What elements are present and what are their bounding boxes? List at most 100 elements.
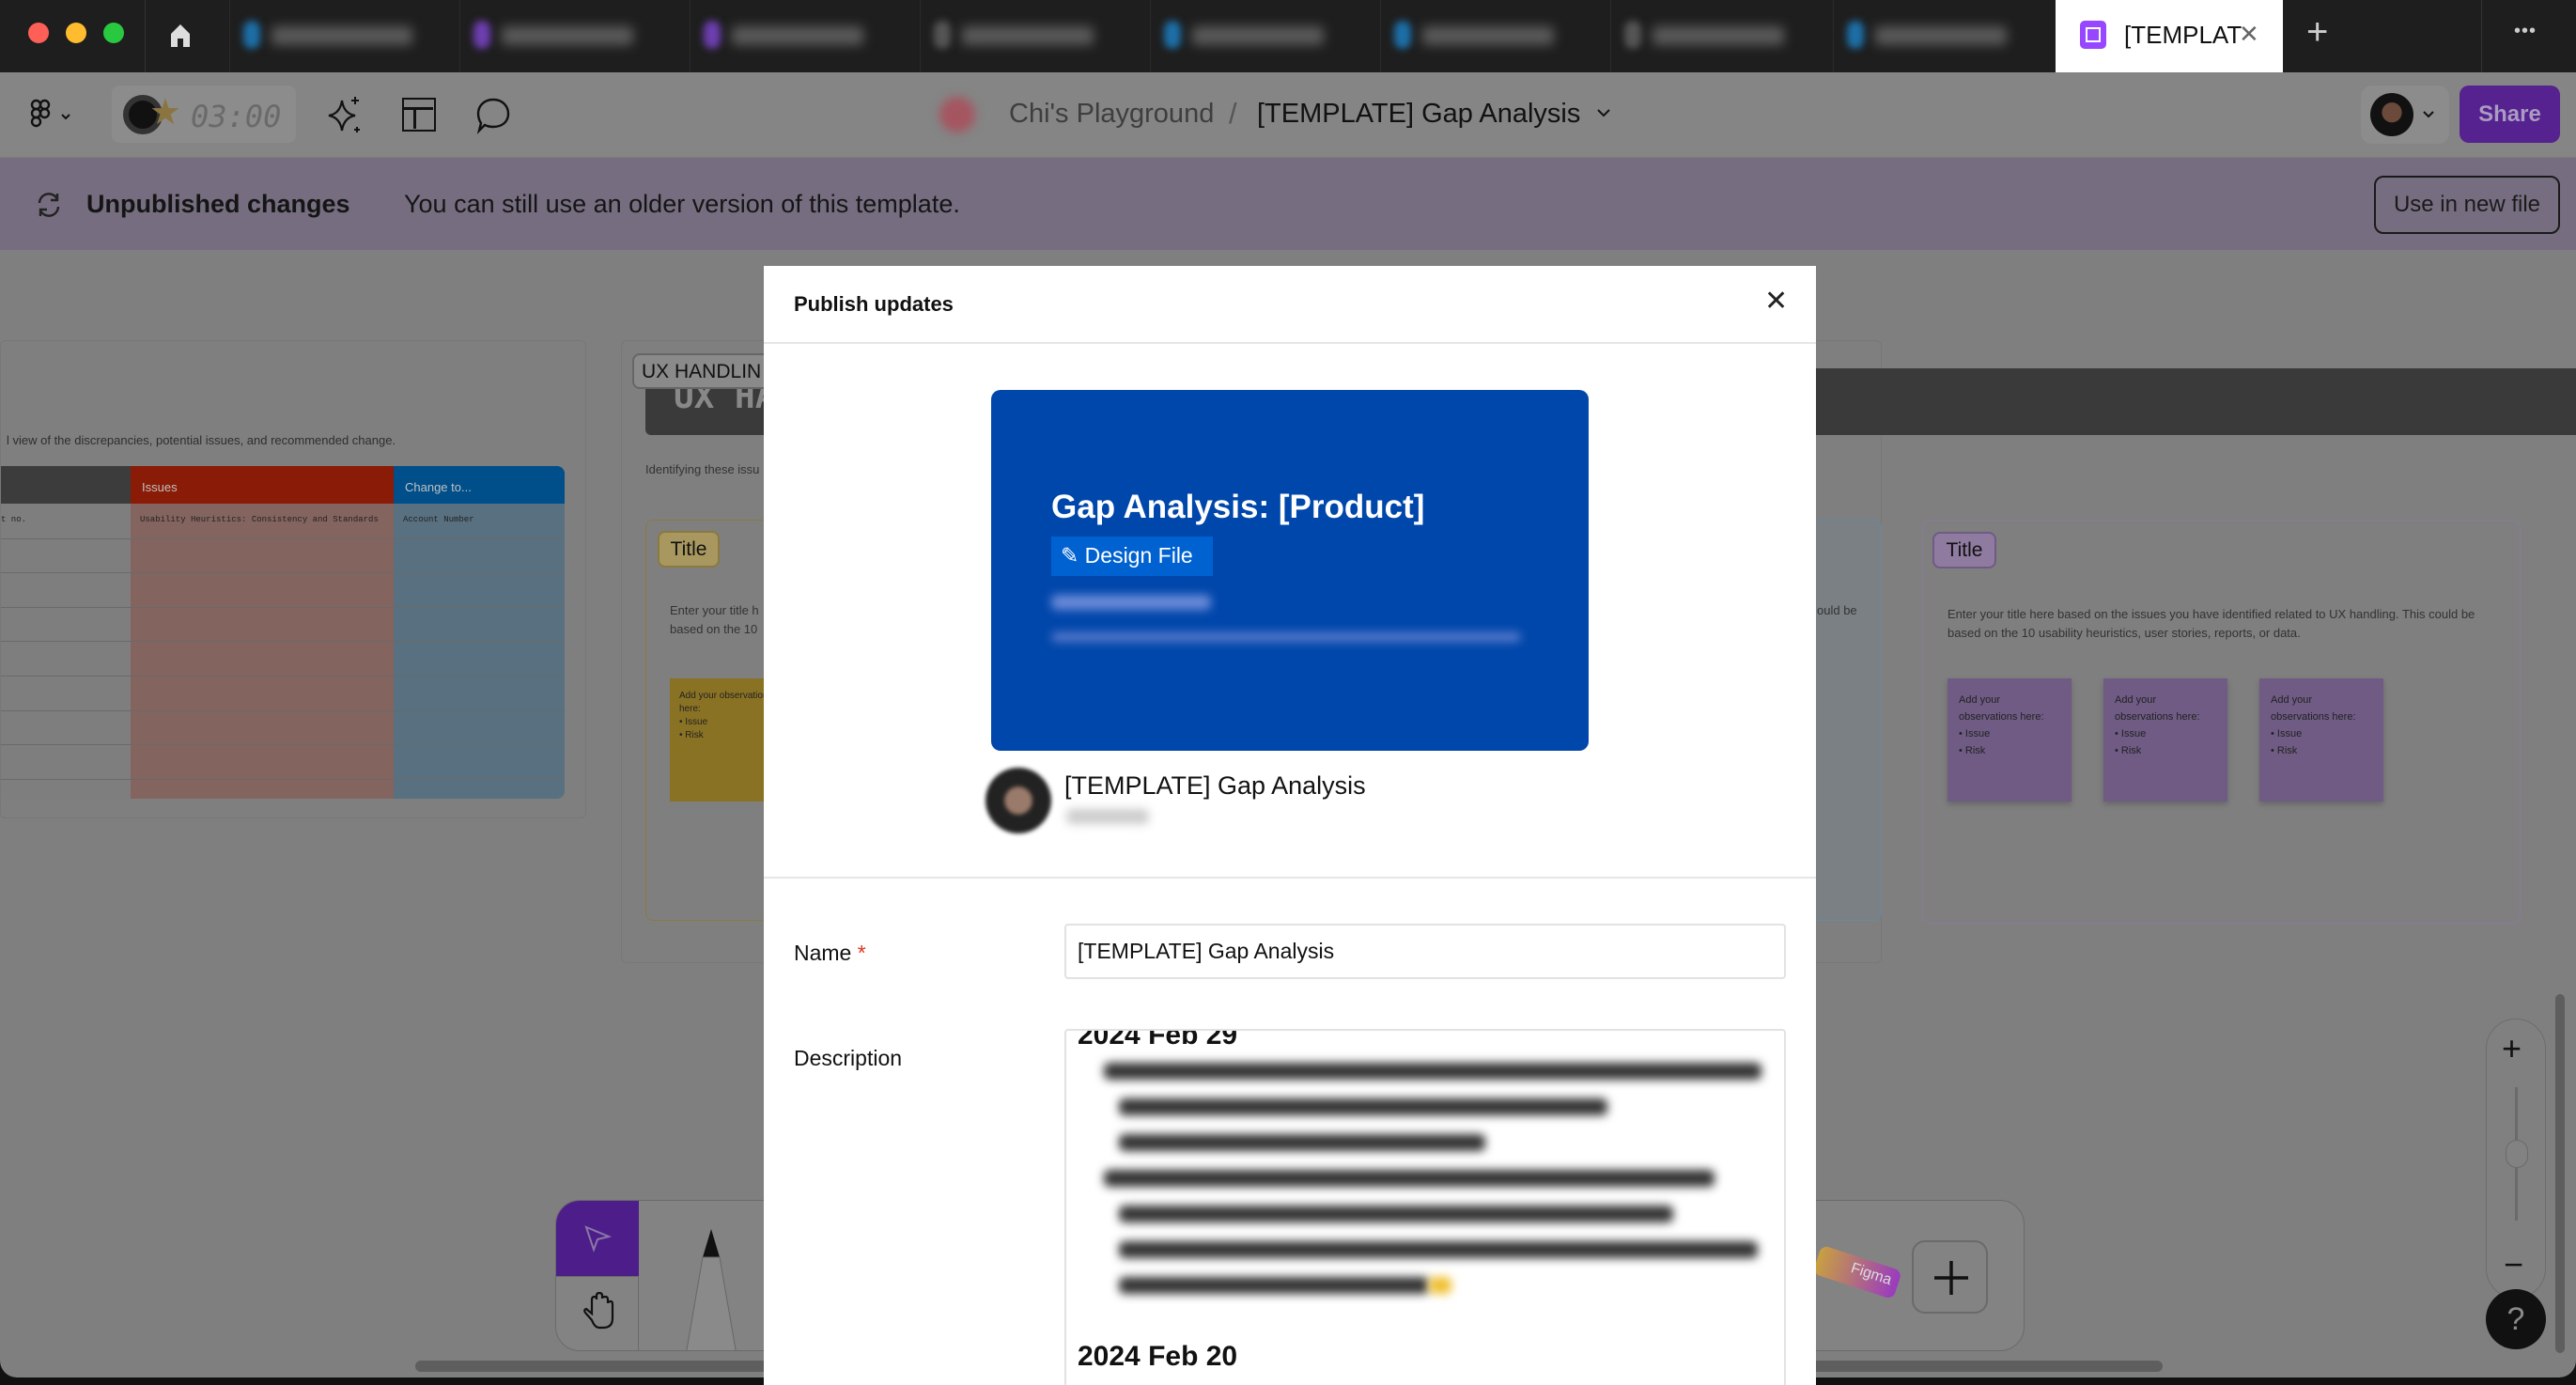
table-row-divider xyxy=(1,778,565,780)
banner-title: Unpublished changes xyxy=(86,190,350,218)
hand-tool-button[interactable] xyxy=(556,1276,639,1350)
table-header-issues: Issues xyxy=(131,466,394,504)
user-menu[interactable] xyxy=(2361,86,2449,144)
browser-tab-bar: [TEMPLAT ✕ + ••• xyxy=(0,0,2576,72)
comment-icon[interactable] xyxy=(475,97,511,134)
table-cell: t no. xyxy=(1,515,27,524)
browser-tab[interactable] xyxy=(229,0,459,72)
name-label: Name * xyxy=(794,941,866,965)
team-avatar xyxy=(939,97,975,132)
browser-tab-active[interactable]: [TEMPLAT ✕ xyxy=(2056,0,2283,72)
table-cell: Usability Heuristics: Consistency and St… xyxy=(140,515,379,524)
timer-text: 03:00 xyxy=(191,99,282,134)
table-header-cell xyxy=(1,466,131,504)
browser-tab[interactable] xyxy=(1833,0,2056,72)
figjam-file-icon xyxy=(2080,21,2106,49)
table-cell: Account Number xyxy=(403,515,474,524)
more-tabs-button[interactable]: ••• xyxy=(2514,21,2537,42)
browser-tab[interactable] xyxy=(1150,0,1380,72)
add-tool-button[interactable] xyxy=(1912,1240,1988,1314)
publish-updates-modal: Publish updates ✕ Gap Analysis: [Product… xyxy=(764,266,1816,1385)
zoom-slider-handle[interactable] xyxy=(2506,1140,2528,1168)
table-row-divider xyxy=(1,676,565,677)
avatar xyxy=(2370,93,2413,136)
star-icon: ★ xyxy=(149,93,182,132)
description-textarea[interactable]: 2024 Feb 29 2024 Feb 20 xyxy=(1064,1029,1786,1385)
use-in-new-file-button[interactable]: Use in new file xyxy=(2374,176,2560,234)
chevron-down-icon[interactable] xyxy=(1595,106,1612,124)
purple-sticky[interactable]: Add your observations here: • Issue • Risk xyxy=(2103,678,2227,801)
maximize-window-button[interactable] xyxy=(103,23,124,43)
preview-title: Gap Analysis: [Product] xyxy=(1051,489,1425,525)
sticker-label: Figma xyxy=(1849,1260,1894,1289)
use-in-new-file-label: Use in new file xyxy=(2393,192,2541,217)
comparison-table: Issues Change to... t no. Usability Heur… xyxy=(1,466,565,799)
home-icon[interactable] xyxy=(169,23,192,49)
card-text: Enter your title h xyxy=(670,603,759,617)
layout-icon[interactable] xyxy=(402,98,436,132)
chevron-down-icon xyxy=(2421,108,2436,125)
table-row-divider xyxy=(1,709,565,711)
figma-sticker[interactable]: Figma xyxy=(1812,1244,1902,1300)
figma-logo-icon xyxy=(30,99,70,128)
breadcrumb-file[interactable]: [TEMPLATE] Gap Analysis xyxy=(1257,99,1580,130)
description-heading: 2024 Feb 20 xyxy=(1078,1341,1238,1372)
divider xyxy=(764,877,1816,879)
frame-subtitle: l view of the discrepancies, potential i… xyxy=(7,433,396,447)
table-header-change: Change to... xyxy=(394,466,565,504)
app-toolbar: ★ 03:00 Chi's Playground / [TEMPLATE] Ga… xyxy=(0,72,2576,158)
plus-icon xyxy=(1934,1261,1968,1295)
minimize-window-button[interactable] xyxy=(66,23,86,43)
divider xyxy=(764,342,1816,344)
timer-widget[interactable]: ★ 03:00 xyxy=(112,86,296,143)
new-tab-button[interactable]: + xyxy=(2306,11,2328,54)
unpublished-changes-banner: Unpublished changes You can still use an… xyxy=(0,158,2576,250)
name-input[interactable]: [TEMPLATE] Gap Analysis xyxy=(1064,924,1786,979)
browser-tab[interactable] xyxy=(920,0,1150,72)
pen-tool[interactable] xyxy=(678,1223,744,1350)
purple-sticky[interactable]: Add your observations here: • Issue • Risk xyxy=(1948,678,2072,801)
table-row-divider xyxy=(1,572,565,574)
tab-label: [TEMPLAT xyxy=(2124,21,2242,49)
design-file-badge: ✎ Design File xyxy=(1051,537,1213,576)
select-tool-button[interactable] xyxy=(556,1201,639,1276)
help-button[interactable]: ? xyxy=(2486,1289,2546,1349)
title-chip: Title xyxy=(658,531,720,568)
modal-title: Publish updates xyxy=(794,292,954,316)
comparison-frame[interactable]: l view of the discrepancies, potential i… xyxy=(0,340,586,818)
share-label: Share xyxy=(2478,101,2541,127)
browser-tab[interactable] xyxy=(1610,0,1833,72)
browser-tab[interactable] xyxy=(1380,0,1610,72)
ai-sparkle-icon[interactable] xyxy=(327,95,363,136)
card-text: ould be xyxy=(1817,603,1857,617)
help-icon: ? xyxy=(2506,1301,2525,1337)
browser-tab[interactable] xyxy=(690,0,920,72)
main-menu-button[interactable] xyxy=(28,99,81,132)
card-text: Enter your title here based on the issue… xyxy=(1948,607,2475,640)
vertical-scrollbar[interactable] xyxy=(2555,994,2565,1353)
frame-label: UX HANDLIN xyxy=(632,353,783,389)
zoom-control: + − xyxy=(2486,1019,2546,1299)
ux-intro: Identifying these issu xyxy=(645,462,760,476)
refresh-icon xyxy=(34,190,64,225)
zoom-in-button[interactable]: + xyxy=(2502,1029,2522,1068)
breadcrumb-separator: / xyxy=(1229,97,1237,130)
banner-message: You can still use an older version of th… xyxy=(404,190,960,218)
close-modal-button[interactable]: ✕ xyxy=(1764,285,1788,318)
close-window-button[interactable] xyxy=(28,23,49,43)
table-row-divider xyxy=(1,537,565,539)
description-label: Description xyxy=(794,1046,903,1070)
purple-card[interactable]: Title Enter your title here based on the… xyxy=(1922,520,2521,924)
breadcrumb-team[interactable]: Chi's Playground xyxy=(1009,99,1214,130)
zoom-out-button[interactable]: − xyxy=(2504,1245,2523,1284)
close-tab-icon[interactable]: ✕ xyxy=(2239,20,2259,49)
file-name: [TEMPLATE] Gap Analysis xyxy=(1064,771,1366,800)
hand-icon xyxy=(583,1292,614,1330)
share-button[interactable]: Share xyxy=(2460,86,2560,143)
table-row-divider xyxy=(1,744,565,746)
card-text: based on the 10 xyxy=(670,622,758,636)
purple-sticky[interactable]: Add your observations here: • Issue • Risk xyxy=(2259,678,2383,801)
description-heading: 2024 Feb 29 xyxy=(1078,1029,1238,1050)
cursor-icon xyxy=(584,1225,613,1253)
browser-tab[interactable] xyxy=(459,0,690,72)
